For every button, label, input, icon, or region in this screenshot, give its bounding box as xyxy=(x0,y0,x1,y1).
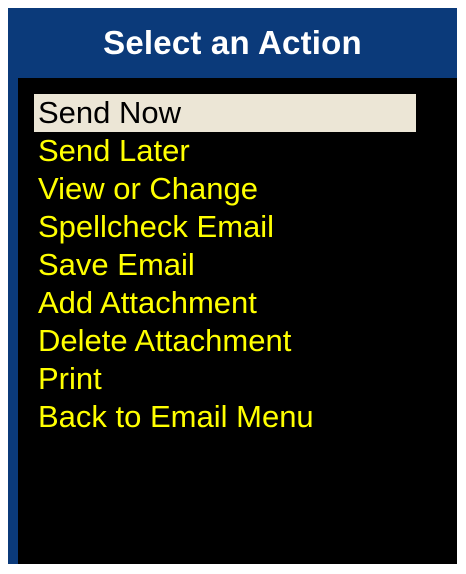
menu-item-spellcheck-email[interactable]: Spellcheck Email xyxy=(34,208,416,246)
menu-item-save-email[interactable]: Save Email xyxy=(34,246,416,284)
menu-item-send-now[interactable]: Send Now xyxy=(34,94,416,132)
menu-item-add-attachment[interactable]: Add Attachment xyxy=(34,284,416,322)
action-menu-panel: Send Now Send Later View or Change Spell… xyxy=(18,78,457,564)
action-dialog: Select an Action Send Now Send Later Vie… xyxy=(8,8,457,564)
dialog-title: Select an Action xyxy=(103,24,362,61)
menu-item-print[interactable]: Print xyxy=(34,360,416,398)
menu-item-view-or-change[interactable]: View or Change xyxy=(34,170,416,208)
menu-item-send-later[interactable]: Send Later xyxy=(34,132,416,170)
action-menu: Send Now Send Later View or Change Spell… xyxy=(34,94,416,436)
menu-item-delete-attachment[interactable]: Delete Attachment xyxy=(34,322,416,360)
menu-item-back-to-email-menu[interactable]: Back to Email Menu xyxy=(34,398,416,436)
title-bar: Select an Action xyxy=(8,8,457,78)
